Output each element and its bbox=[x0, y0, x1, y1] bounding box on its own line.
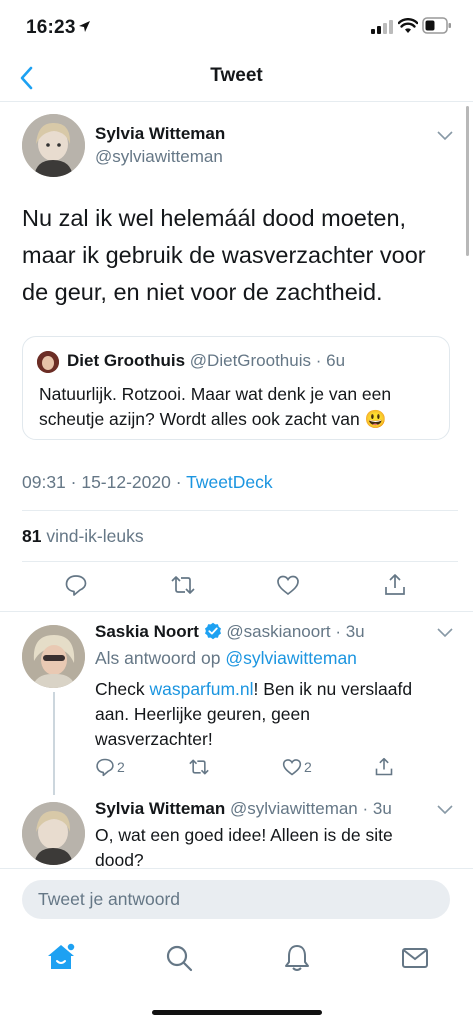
tweet-timestamp: 09:31 · 15-12-2020 · bbox=[22, 472, 187, 492]
retweet-icon[interactable] bbox=[170, 573, 196, 597]
quote-text: Natuurlijk. Rotzooi. Maar wat denk je va… bbox=[39, 382, 449, 432]
tweet-text-line: de geur, en niet voor de zachtheid. bbox=[22, 279, 383, 305]
reply-link[interactable]: wasparfum.nl bbox=[149, 679, 253, 699]
reply-to-handle[interactable]: @sylviawitteman bbox=[225, 648, 357, 668]
wifi-icon bbox=[398, 18, 418, 33]
reply-to-prefix: Als antwoord op bbox=[95, 648, 226, 668]
like-count: 2 bbox=[304, 759, 312, 775]
reply-icon[interactable] bbox=[64, 573, 88, 597]
status-time: 16:23 bbox=[26, 17, 76, 38]
reply-text-part: ! Ben ik nu verslaafd bbox=[253, 679, 413, 699]
reply-text-part: Check bbox=[95, 679, 150, 699]
likes-summary[interactable]: 81 vind-ik-leuks bbox=[22, 526, 144, 547]
reply-to-line: Als antwoord op @sylviawitteman bbox=[95, 648, 357, 669]
share-icon[interactable] bbox=[383, 572, 407, 598]
quote-time: · 6u bbox=[315, 351, 346, 370]
thread-line bbox=[53, 692, 55, 795]
reply-text-line: aan. Heerlijke geuren, geen bbox=[95, 704, 311, 724]
scrollbar[interactable] bbox=[466, 106, 469, 256]
reply-text-line: wasverzachter! bbox=[95, 729, 213, 749]
tweet-meta: 09:31 · 15-12-2020 · TweetDeck bbox=[22, 472, 273, 493]
reply-time: · 3u bbox=[335, 622, 365, 641]
likes-label: vind-ik-leuks bbox=[46, 526, 144, 546]
tweet-text-line: maar ik gebruik de wasverzachter voor bbox=[22, 242, 426, 268]
like-icon[interactable] bbox=[282, 757, 302, 777]
reply-text: Check wasparfum.nl! Ben ik nu verslaafd … bbox=[95, 677, 455, 752]
tweet-text-line: Nu zal ik wel helemáál dood moeten, bbox=[22, 205, 407, 231]
reply-icon[interactable] bbox=[95, 757, 115, 777]
author-handle[interactable]: @sylviawitteman bbox=[95, 147, 223, 167]
reply-header: Sylvia Witteman @sylviawitteman · 3u bbox=[95, 799, 392, 819]
reply-header: Saskia Noort @saskianoort · 3u bbox=[95, 622, 365, 642]
location-icon bbox=[79, 21, 90, 32]
quote-text-line: scheutje azijn? Wordt alles ook zacht va… bbox=[39, 409, 360, 429]
retweet-icon[interactable] bbox=[188, 757, 210, 777]
quote-author-name: Diet Groothuis bbox=[67, 351, 186, 370]
quoted-tweet[interactable]: Diet Groothuis @DietGroothuis · 6u Natuu… bbox=[22, 336, 450, 440]
cellular-signal-icon bbox=[371, 20, 393, 34]
search-icon[interactable] bbox=[164, 943, 194, 973]
quote-text-line: Natuurlijk. Rotzooi. Maar wat denk je va… bbox=[39, 384, 392, 404]
tweet-source-link[interactable]: TweetDeck bbox=[186, 472, 273, 492]
tweet-text: Nu zal ik wel helemáál dood moeten, maar… bbox=[22, 200, 462, 311]
notifications-icon[interactable] bbox=[282, 943, 312, 973]
nav-bar: Tweet bbox=[0, 56, 473, 102]
verified-icon bbox=[204, 622, 221, 640]
quote-header: Diet Groothuis @DietGroothuis · 6u bbox=[67, 351, 345, 371]
reply-text: O, wat een goed idee! Alleen is de site … bbox=[95, 823, 455, 873]
author-name[interactable]: Sylvia Witteman bbox=[95, 124, 225, 144]
divider bbox=[22, 510, 458, 511]
messages-icon[interactable] bbox=[400, 943, 430, 973]
chevron-down-icon[interactable] bbox=[437, 628, 453, 638]
reply-compose-input[interactable]: Tweet je antwoord bbox=[22, 880, 450, 919]
battery-icon bbox=[422, 17, 451, 34]
home-icon[interactable] bbox=[46, 942, 76, 972]
reply-text-line: O, wat een goed idee! Alleen is de site bbox=[95, 825, 393, 845]
reply-author-handle: @saskianoort bbox=[226, 622, 331, 641]
likes-count: 81 bbox=[22, 526, 42, 546]
author-avatar[interactable] bbox=[22, 114, 85, 177]
divider bbox=[22, 561, 458, 562]
share-icon[interactable] bbox=[374, 756, 394, 778]
quote-author-handle: @DietGroothuis bbox=[189, 351, 311, 370]
reply-author-name[interactable]: Saskia Noort bbox=[95, 622, 199, 641]
status-bar: 16:23 bbox=[0, 0, 473, 56]
compose-placeholder: Tweet je antwoord bbox=[38, 889, 181, 909]
reply-avatar[interactable] bbox=[22, 802, 85, 865]
reply-time: · 3u bbox=[362, 799, 392, 818]
home-indicator[interactable] bbox=[152, 1010, 322, 1015]
divider bbox=[0, 611, 473, 612]
chevron-down-icon[interactable] bbox=[437, 131, 453, 141]
page-title: Tweet bbox=[210, 65, 263, 86]
reply-author-name[interactable]: Sylvia Witteman bbox=[95, 799, 225, 818]
quote-avatar bbox=[37, 351, 59, 373]
chevron-down-icon[interactable] bbox=[437, 805, 453, 815]
like-icon[interactable] bbox=[276, 573, 300, 597]
reply-avatar[interactable] bbox=[22, 625, 85, 688]
reply-author-handle: @sylviawitteman bbox=[229, 799, 358, 818]
smiley-emoji: 😃 bbox=[364, 409, 387, 429]
reply-count: 2 bbox=[117, 759, 125, 775]
